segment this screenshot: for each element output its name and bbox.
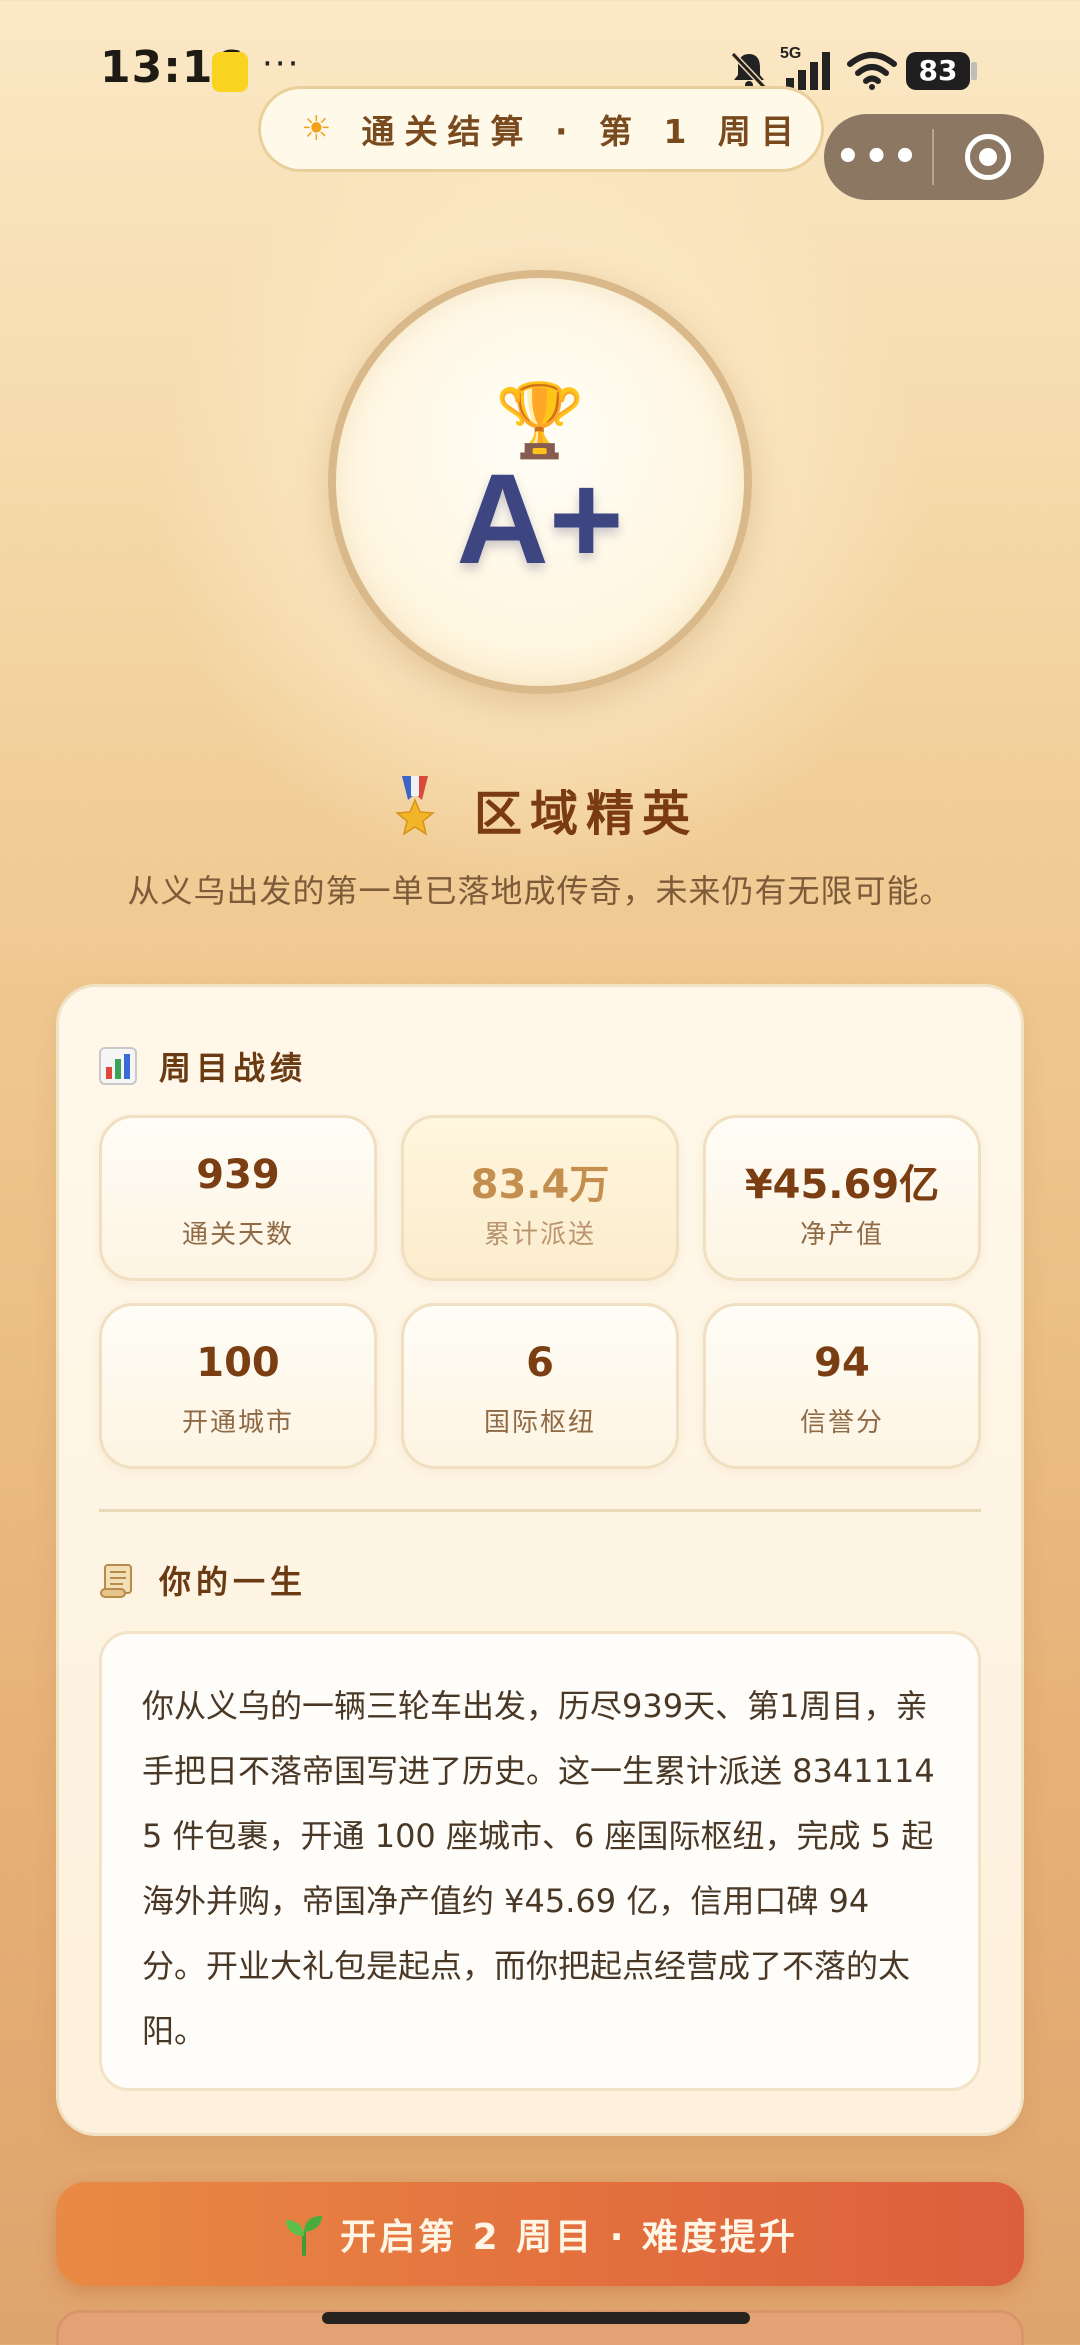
grade-value: A+ xyxy=(456,448,624,591)
more-dots-icon[interactable]: ••• xyxy=(824,134,932,180)
more-notifications-icon: ··· xyxy=(262,44,301,84)
stat-value: 94 xyxy=(814,1340,870,1386)
cellular-signal-icon: 5G xyxy=(780,45,830,90)
start-next-cycle-button[interactable]: 开启第 2 周目 · 难度提升 xyxy=(56,2182,1024,2286)
settlement-title-pill: ☀ 通关结算 · 第 1 周目 xyxy=(258,86,824,172)
stat-value: 83.4万 xyxy=(470,1162,610,1208)
stat-label: 通关天数 xyxy=(181,1220,294,1250)
stat-label: 国际枢纽 xyxy=(483,1408,596,1438)
battery-tip xyxy=(971,62,977,80)
wifi-icon xyxy=(847,52,897,90)
sprout-icon xyxy=(286,2216,323,2256)
stat-international-hubs: 6 国际枢纽 xyxy=(401,1303,679,1469)
rank-subtitle: 从义乌出发的第一单已落地成传奇，未来仍有无限可能。 xyxy=(127,872,953,910)
miniprogram-capsule: ••• xyxy=(824,114,1044,200)
stat-net-output: ¥45.69亿 净产值 xyxy=(703,1115,981,1281)
sun-icon: ☀ xyxy=(301,109,332,149)
app-notification-icon xyxy=(212,52,248,92)
stats-section-header: 周目战绩 xyxy=(99,1043,307,1089)
target-circle-icon xyxy=(965,134,1011,180)
stat-label: 信誉分 xyxy=(799,1408,884,1438)
life-section-header: 你的一生 xyxy=(99,1557,307,1603)
settlement-title: 通关结算 · 第 1 周目 xyxy=(361,112,804,151)
stat-cities-opened: 100 开通城市 xyxy=(99,1303,377,1469)
close-miniprogram-button[interactable] xyxy=(934,134,1042,180)
stat-clear-days: 939 通关天数 xyxy=(99,1115,377,1281)
start-next-cycle-label: 开启第 2 周目 · 难度提升 xyxy=(340,2217,798,2258)
stat-label: 累计派送 xyxy=(483,1220,596,1250)
network-type-label: 5G xyxy=(780,45,801,62)
section-divider xyxy=(99,1509,981,1512)
medal-icon xyxy=(395,776,435,836)
stat-total-deliveries: 83.4万 累计派送 xyxy=(401,1115,679,1281)
rank-title: 区域精英 xyxy=(474,786,699,842)
results-card: 周目战绩 939 通关天数 83.4万 累计派送 ¥45.69亿 净产值 100… xyxy=(56,984,1024,2136)
home-indicator[interactable] xyxy=(322,2312,750,2324)
stat-label: 开通城市 xyxy=(181,1408,294,1438)
life-story-box: 你从义乌的一辆三轮车出发，历尽939天、第1周目，亲手把日不落帝国写进了历史。这… xyxy=(99,1631,981,2091)
scroll-icon xyxy=(100,1564,132,1598)
life-section-title: 你的一生 xyxy=(159,1563,308,1601)
stats-section-title: 周目战绩 xyxy=(159,1049,308,1087)
stat-label: 净产值 xyxy=(799,1220,884,1250)
grade-badge: 🏆 A+ xyxy=(328,270,752,694)
bar-chart-icon xyxy=(99,1047,137,1085)
stat-value: 939 xyxy=(196,1152,280,1198)
battery-icon: 83 xyxy=(906,52,970,90)
stat-value: ¥45.69亿 xyxy=(744,1162,940,1208)
life-story-text: 你从义乌的一辆三轮车出发，历尽939天、第1周目，亲手把日不落帝国写进了历史。这… xyxy=(142,1687,935,2050)
stat-value: 6 xyxy=(526,1340,554,1386)
stat-value: 100 xyxy=(196,1340,280,1386)
stat-reputation: 94 信誉分 xyxy=(703,1303,981,1469)
